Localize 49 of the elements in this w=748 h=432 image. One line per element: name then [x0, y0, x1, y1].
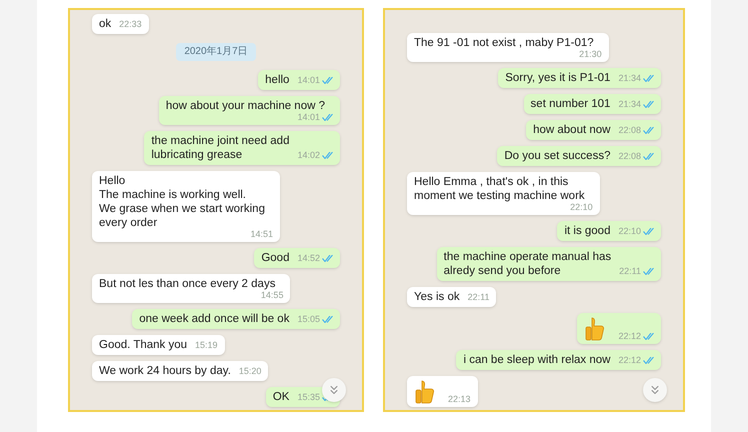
message-text: OK	[272, 390, 290, 404]
message-text: how about your machine now ?	[166, 99, 326, 113]
message-time: 22:11	[468, 293, 490, 302]
message-text: Hello The machine is working well. We grase when we start working every order	[99, 174, 266, 230]
message-text: Do you set success?	[504, 149, 610, 163]
message-text: i can be sleep with relax now	[463, 353, 610, 367]
message-text: the machine joint need add lubricating grease	[151, 134, 290, 162]
thumbs-up-icon	[414, 380, 436, 404]
scroll-down-button[interactable]	[322, 378, 346, 402]
message-text: We work 24 hours by day.	[99, 364, 231, 378]
message-time: 21:34	[618, 100, 641, 109]
date-badge: 2020年1月7日	[176, 43, 256, 61]
message-text: Sorry, yes it is P1-01	[505, 71, 610, 85]
message-time: 22:10	[570, 203, 593, 212]
message-time: 22:33	[119, 20, 142, 29]
message-text: ok	[99, 17, 112, 31]
message-text: Yes is ok	[414, 290, 460, 304]
message-text: the machine operate manual has alredy send you before	[444, 250, 612, 278]
message-text: one week add once will be ok	[139, 312, 290, 326]
message-time: 15:20	[238, 367, 262, 376]
message-text: But not les than once every 2 days	[99, 277, 276, 291]
thumbs-up-icon	[584, 317, 606, 341]
message-time: 14:01	[297, 113, 320, 122]
scroll-down-button[interactable]	[643, 378, 667, 402]
message-time: 22:13	[448, 395, 471, 404]
message-text: Good. Thank you	[99, 338, 188, 352]
message-time: 14:52	[297, 254, 320, 263]
message-time: 14:02	[297, 151, 320, 160]
message-text: The 91 -01 not exist , maby P1-01?	[414, 36, 595, 50]
message-time: 15:35	[297, 393, 320, 402]
message-text: Hello Emma , that's ok , in this moment we testing machine work	[414, 175, 586, 203]
message-time: 15:05	[297, 315, 320, 324]
message-time: 14:01	[297, 76, 320, 85]
message-text: hello	[265, 73, 290, 87]
message-text: how about now	[533, 123, 610, 137]
message-time: 22:08	[618, 152, 641, 161]
message-time: 22:10	[618, 227, 641, 236]
message-time: 15:19	[195, 341, 218, 350]
message-time: 14:51	[250, 230, 273, 239]
message-time: 21:34	[618, 74, 641, 83]
message-time: 22:12	[618, 332, 641, 341]
message-time: 21:30	[579, 50, 602, 59]
message-time: 22:12	[618, 356, 641, 365]
message-text: it is good	[564, 224, 610, 238]
message-time: 22:11	[619, 267, 641, 276]
message-time: 22:08	[618, 126, 641, 135]
message-time: 14:55	[260, 291, 284, 300]
message-text: set number 101	[530, 97, 610, 111]
message-text: Good	[261, 251, 290, 265]
